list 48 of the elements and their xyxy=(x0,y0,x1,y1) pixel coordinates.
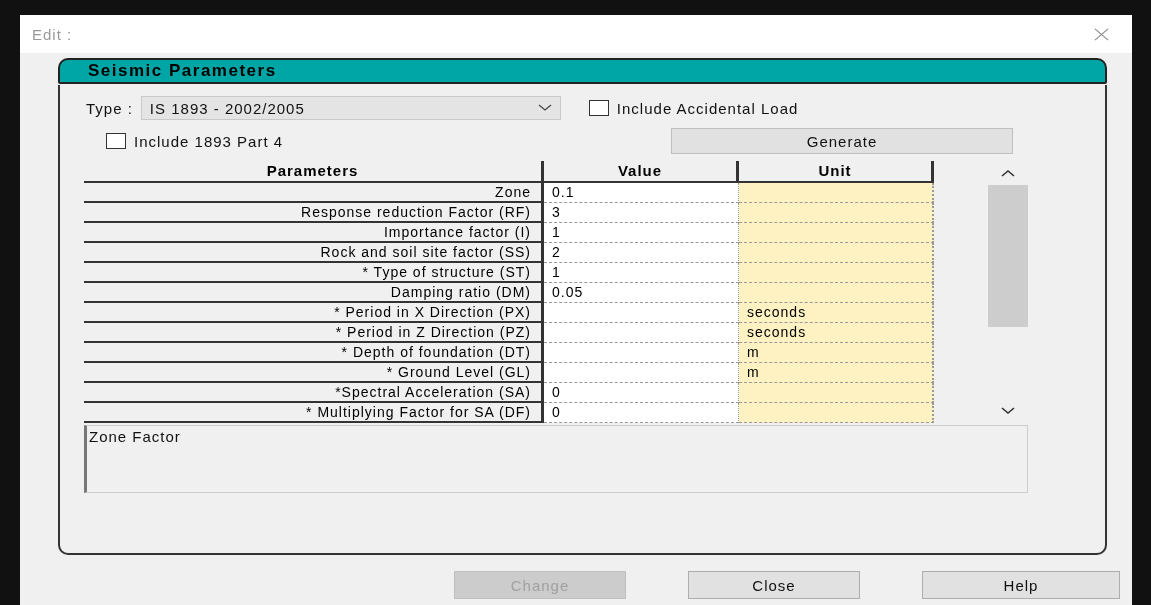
section-title: Seismic Parameters xyxy=(88,61,277,81)
table-cell[interactable] xyxy=(544,363,739,383)
dialog-button[interactable]: Help xyxy=(922,571,1120,599)
column-header[interactable]: Unit xyxy=(739,161,934,183)
table-cell[interactable]: 0 xyxy=(544,383,739,403)
close-icon[interactable] xyxy=(1093,26,1110,42)
table-cell: *Spectral Acceleration (SA) xyxy=(84,383,544,403)
generate-button[interactable]: Generate xyxy=(671,128,1013,154)
type-label: Type : xyxy=(86,99,133,117)
table-cell: Zone xyxy=(84,183,544,203)
table-cell[interactable]: 3 xyxy=(544,203,739,223)
type-dropdown[interactable]: IS 1893 - 2002/2005 xyxy=(140,96,561,120)
table-cell[interactable]: 1 xyxy=(544,263,739,283)
dialog-button[interactable]: Close xyxy=(688,571,860,599)
table-cell: m xyxy=(739,343,934,363)
table-cell: m xyxy=(739,363,934,383)
table-cell: Damping ratio (DM) xyxy=(84,283,544,303)
table-cell: Response reduction Factor (RF) xyxy=(84,203,544,223)
table-cell: * Multiplying Factor for SA (DF) xyxy=(84,403,544,423)
table-cell: * Depth of foundation (DT) xyxy=(84,343,544,363)
table-cell[interactable]: 2 xyxy=(544,243,739,263)
table-cell: Rock and soil site factor (SS) xyxy=(84,243,544,263)
table-cell: seconds xyxy=(739,323,934,343)
checkbox[interactable] xyxy=(588,100,609,116)
table-cell[interactable]: 0 xyxy=(544,403,739,423)
table-cell: * Ground Level (GL) xyxy=(84,363,544,383)
table-cell[interactable] xyxy=(544,343,739,363)
scroll-thumb[interactable] xyxy=(988,185,1028,327)
column-header[interactable]: Parameters xyxy=(84,161,544,183)
scroll-down-icon[interactable] xyxy=(1001,407,1015,415)
table-cell[interactable]: 0.1 xyxy=(544,183,739,203)
description-text: Zone Factor xyxy=(89,428,181,445)
checkbox-label: Include Accidental Load xyxy=(616,99,799,117)
table-cell[interactable] xyxy=(544,323,739,343)
caret-icon xyxy=(537,104,552,112)
table-cell[interactable] xyxy=(544,303,739,323)
checkbox-label: Include 1893 Part 4 xyxy=(134,132,284,150)
table-cell: * Period in Z Direction (PZ) xyxy=(84,323,544,343)
table-cell: * Period in X Direction (PX) xyxy=(84,303,544,323)
table-cell[interactable]: 0.05 xyxy=(544,283,739,303)
table-cell[interactable]: 1 xyxy=(544,223,739,243)
table-cell: * Type of structure (ST) xyxy=(84,263,544,283)
table-cell: Importance factor (I) xyxy=(84,223,544,243)
checkbox[interactable] xyxy=(106,133,126,149)
table-cell: seconds xyxy=(739,303,934,323)
window-title: Edit : xyxy=(32,25,73,43)
scroll-up-icon[interactable] xyxy=(1001,169,1015,177)
column-header[interactable]: Value xyxy=(544,161,739,183)
